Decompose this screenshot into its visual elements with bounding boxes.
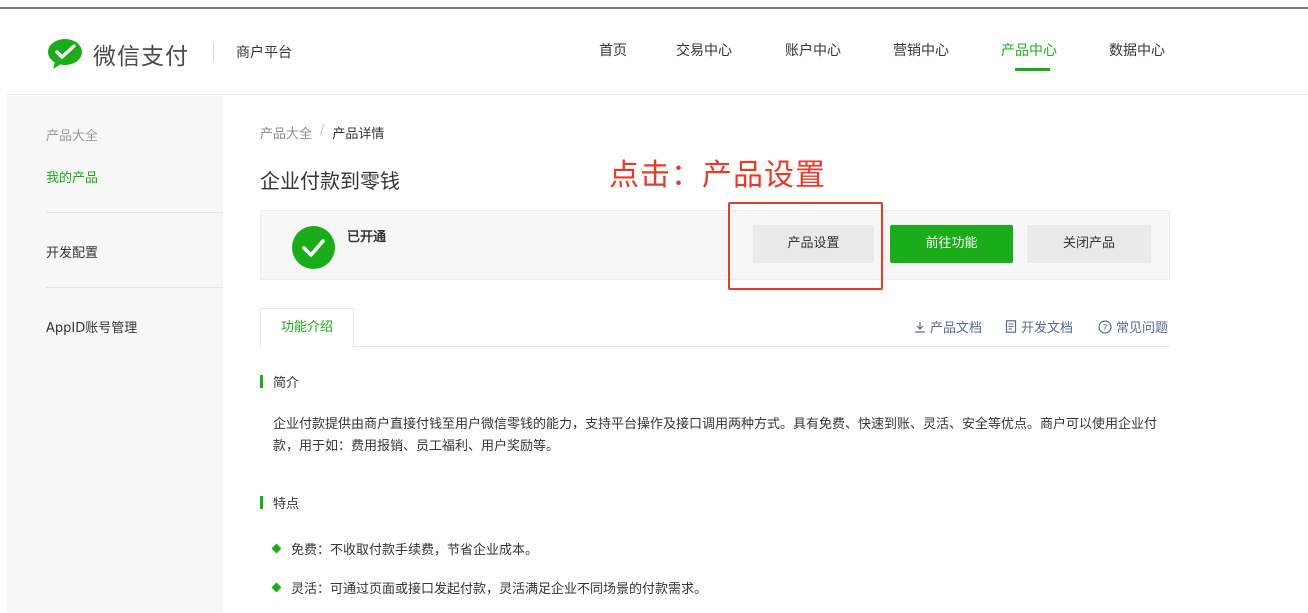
download-icon: [915, 321, 925, 333]
sidebar-item-appid[interactable]: AppID账号管理: [46, 317, 137, 336]
sidebar-divider: [46, 287, 223, 288]
check-circle-icon: [292, 226, 335, 269]
sidebar-item-dev-config[interactable]: 开发配置: [46, 242, 98, 261]
svg-text:?: ?: [1103, 323, 1108, 333]
feature-text: 免费：不收取付款手续费，节省企业成本。: [291, 543, 539, 558]
product-status-panel: 已开通 产品设置 前往功能 关闭产品: [260, 210, 1170, 280]
features-heading-text: 特点: [273, 497, 300, 512]
product-docs-link[interactable]: 产品文档: [914, 317, 982, 336]
annotation-highlight-box: [728, 202, 883, 290]
top-header: 微信支付 商户平台 首页 交易中心 账户中心 营销中心 产品中心 数据中心: [7, 11, 1308, 95]
sidebar-divider: [46, 212, 223, 213]
main-nav: 首页 交易中心 账户中心 营销中心 产品中心 数据中心: [7, 40, 1308, 96]
sidebar: 产品大全 我的产品 开发配置 AppID账号管理: [7, 96, 223, 613]
tabs-row: 功能介绍 产品文档 开发文档 ? 常见问题: [260, 307, 1170, 348]
breadcrumb-separator: /: [320, 123, 325, 138]
document-icon: [1005, 320, 1017, 333]
nav-active-indicator: [1015, 68, 1050, 71]
feature-text: 灵活：可通过页面或接口发起付款，灵活满足企业不同场景的付款需求。: [291, 582, 708, 597]
page-title: 企业付款到零钱: [260, 169, 400, 193]
dev-docs-link[interactable]: 开发文档: [1005, 317, 1073, 336]
tab-intro[interactable]: 功能介绍: [260, 308, 354, 348]
feature-item: 免费：不收取付款手续费，节省企业成本。: [271, 539, 539, 558]
status-label: 已开通: [347, 230, 387, 245]
close-product-button[interactable]: 关闭产品: [1027, 225, 1151, 263]
help-circle-icon: ?: [1098, 319, 1112, 334]
sidebar-title: 产品大全: [46, 129, 99, 144]
nav-home[interactable]: 首页: [599, 40, 627, 60]
feature-item: 灵活：可通过页面或接口发起付款，灵活满足企业不同场景的付款需求。: [271, 578, 708, 597]
nav-data[interactable]: 数据中心: [1109, 40, 1165, 60]
faq-link[interactable]: ? 常见问题: [1098, 317, 1168, 336]
intro-heading-text: 简介: [273, 376, 300, 391]
sidebar-item-my-products[interactable]: 我的产品: [46, 167, 98, 186]
breadcrumb: 产品大全 / 产品详情: [260, 123, 384, 142]
nav-transactions[interactable]: 交易中心: [676, 40, 732, 60]
diamond-bullet-icon: [271, 582, 282, 593]
diamond-bullet-icon: [271, 543, 282, 554]
instruction-annotation: 点击：产品设置: [609, 158, 826, 193]
section-marker: [260, 375, 263, 388]
window-top-edge: [0, 0, 1308, 9]
product-docs-label: 产品文档: [930, 321, 983, 336]
intro-heading: 简介: [260, 372, 299, 391]
features-heading: 特点: [260, 493, 299, 512]
nav-account[interactable]: 账户中心: [785, 40, 841, 60]
breadcrumb-root[interactable]: 产品大全: [260, 123, 312, 142]
section-marker: [260, 496, 263, 509]
nav-marketing[interactable]: 营销中心: [893, 40, 949, 60]
intro-paragraph: 企业付款提供由商户直接付钱至用户微信零钱的能力，支持平台操作及接口调用两种方式。…: [273, 417, 1158, 454]
dev-docs-label: 开发文档: [1021, 321, 1074, 336]
faq-label: 常见问题: [1116, 321, 1169, 336]
breadcrumb-current: 产品详情: [332, 127, 385, 142]
goto-feature-button[interactable]: 前往功能: [890, 225, 1013, 263]
nav-products[interactable]: 产品中心: [1001, 40, 1057, 60]
